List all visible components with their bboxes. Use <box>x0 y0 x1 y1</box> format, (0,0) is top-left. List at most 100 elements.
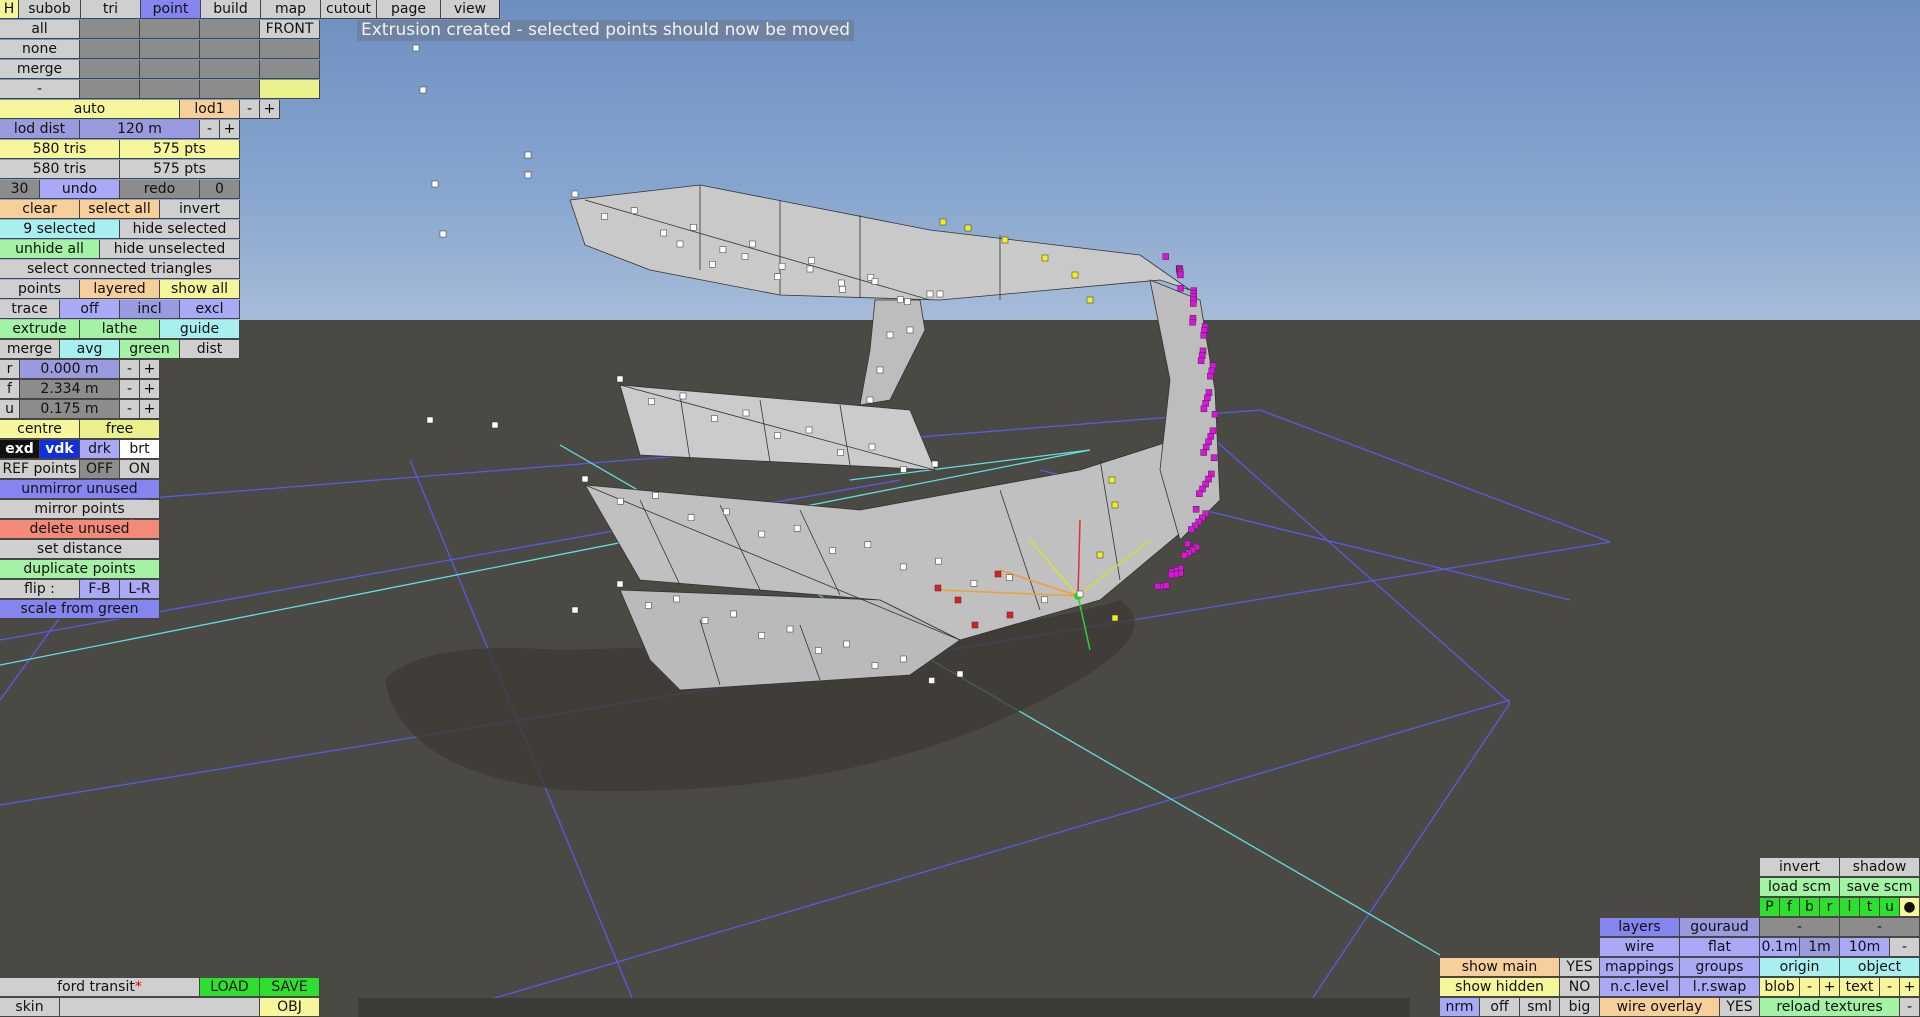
slot-7[interactable] <box>260 40 320 59</box>
coord-f-minus[interactable]: - <box>120 380 140 399</box>
coord-f-plus[interactable]: + <box>140 380 160 399</box>
file-name[interactable]: ford transit* <box>0 978 200 997</box>
selected-point[interactable] <box>1207 372 1214 380</box>
channel-dot[interactable]: ● <box>1900 898 1920 917</box>
mesh-point[interactable] <box>1041 596 1048 604</box>
mesh-point[interactable] <box>926 290 934 298</box>
highlighted-point[interactable] <box>964 224 972 232</box>
mesh-point[interactable] <box>928 677 935 684</box>
selected-point[interactable] <box>1196 490 1203 497</box>
merge-mode-button[interactable]: merge <box>0 60 80 79</box>
mesh-point[interactable] <box>829 547 836 554</box>
reload-minus[interactable]: - <box>1900 998 1920 1017</box>
wire-overlay-value[interactable]: YES <box>1720 998 1760 1017</box>
mesh-point[interactable] <box>778 263 786 270</box>
select-all-mode[interactable]: all <box>0 20 80 39</box>
mesh-point[interactable] <box>412 44 420 52</box>
load-button[interactable]: LOAD <box>200 978 260 997</box>
mesh-point[interactable] <box>871 662 879 669</box>
groups-button[interactable]: groups <box>1680 958 1760 977</box>
selected-point[interactable] <box>1209 427 1217 435</box>
slot-8[interactable] <box>80 60 140 79</box>
show-hidden-value[interactable]: NO <box>1560 978 1600 997</box>
mesh-point[interactable] <box>709 261 716 268</box>
mesh-point[interactable] <box>723 508 730 516</box>
selected-point[interactable] <box>1181 551 1188 559</box>
mesh-point[interactable] <box>864 541 872 548</box>
mesh-point[interactable] <box>774 273 781 280</box>
show-main-value[interactable]: YES <box>1560 958 1600 977</box>
merge-button[interactable]: merge <box>0 340 60 359</box>
mirror-points-button[interactable]: mirror points <box>0 500 160 519</box>
tab-map[interactable]: map <box>261 0 321 19</box>
slot-5[interactable] <box>140 40 200 59</box>
flat-button[interactable]: flat <box>1680 938 1760 957</box>
mesh-point[interactable] <box>749 240 756 248</box>
slot-2[interactable] <box>140 20 200 39</box>
tab-build[interactable]: build <box>201 0 261 19</box>
dash-slot-2[interactable]: - <box>1840 918 1920 937</box>
channel-p[interactable]: P <box>1760 898 1780 917</box>
mesh-point[interactable] <box>900 466 907 473</box>
unmirror-unused-button[interactable]: unmirror unused <box>0 480 160 499</box>
exd-button[interactable]: exd <box>0 440 40 459</box>
off-button[interactable]: off <box>1480 998 1520 1017</box>
scale-minus[interactable]: - <box>1890 938 1920 957</box>
slot-11[interactable] <box>260 60 320 79</box>
mesh-point[interactable] <box>839 286 846 293</box>
tab-point[interactable]: point <box>141 0 201 19</box>
slot-4[interactable] <box>80 40 140 59</box>
guide-button[interactable]: guide <box>160 320 240 339</box>
wire-button[interactable]: wire <box>1600 938 1680 957</box>
lod-dist-minus[interactable]: - <box>200 120 220 139</box>
mesh-point[interactable] <box>645 602 652 609</box>
mesh-point[interactable] <box>843 640 850 648</box>
lathe-button[interactable]: lathe <box>80 320 160 339</box>
mesh-point[interactable] <box>648 398 655 405</box>
selected-point[interactable] <box>1162 582 1170 589</box>
selected-point[interactable] <box>1192 506 1200 513</box>
nc-level-button[interactable]: n.c.level <box>1600 978 1680 997</box>
auto-lod-button[interactable]: auto <box>0 100 180 119</box>
coord-r-value[interactable]: 0.000 m <box>20 360 120 379</box>
mesh-point[interactable] <box>786 625 794 633</box>
selected-point[interactable] <box>1202 443 1210 451</box>
mesh-point[interactable] <box>439 230 447 238</box>
mesh-point[interactable] <box>419 86 427 94</box>
selected-point[interactable] <box>1177 284 1184 292</box>
tab-subob[interactable]: subob <box>19 0 81 19</box>
mesh-point[interactable] <box>673 595 680 603</box>
mesh-point[interactable] <box>837 449 844 456</box>
trace-incl-button[interactable]: incl <box>120 300 180 319</box>
blob-plus[interactable]: + <box>1820 978 1840 997</box>
delete-unused-button[interactable]: delete unused <box>0 520 160 539</box>
invert-view-button[interactable]: invert <box>1760 858 1840 877</box>
mesh-point[interactable] <box>868 443 876 451</box>
flip-fb-button[interactable]: F-B <box>80 580 120 599</box>
channel-r[interactable]: r <box>1820 898 1840 917</box>
lod-dist-plus[interactable]: + <box>220 120 240 139</box>
object-button[interactable]: object <box>1840 958 1920 977</box>
mesh-point[interactable] <box>956 670 964 678</box>
dist-button[interactable]: dist <box>180 340 240 359</box>
mesh-point[interactable] <box>491 421 499 429</box>
highlighted-point[interactable] <box>1041 254 1049 262</box>
selected-point[interactable] <box>1204 394 1211 402</box>
red-point[interactable] <box>1006 611 1014 619</box>
mesh-point[interactable] <box>815 647 822 654</box>
dash-button[interactable]: - <box>0 80 80 99</box>
selected-point[interactable] <box>1188 526 1195 533</box>
undo-button[interactable]: undo <box>40 180 120 199</box>
obj-button[interactable]: OBJ <box>260 998 320 1017</box>
layers-button[interactable]: layers <box>1600 918 1680 937</box>
coord-r-minus[interactable]: - <box>120 360 140 379</box>
highlighted-point[interactable] <box>1108 476 1116 484</box>
mesh-point[interactable] <box>676 240 684 248</box>
mesh-point[interactable] <box>886 331 894 339</box>
unhide-all-button[interactable]: unhide all <box>0 240 100 259</box>
blob-minus[interactable]: - <box>1800 978 1820 997</box>
selected-point[interactable] <box>1211 411 1219 418</box>
mesh-point[interactable] <box>904 298 911 305</box>
mesh-point[interactable] <box>431 180 439 188</box>
selected-point[interactable] <box>1210 454 1218 462</box>
